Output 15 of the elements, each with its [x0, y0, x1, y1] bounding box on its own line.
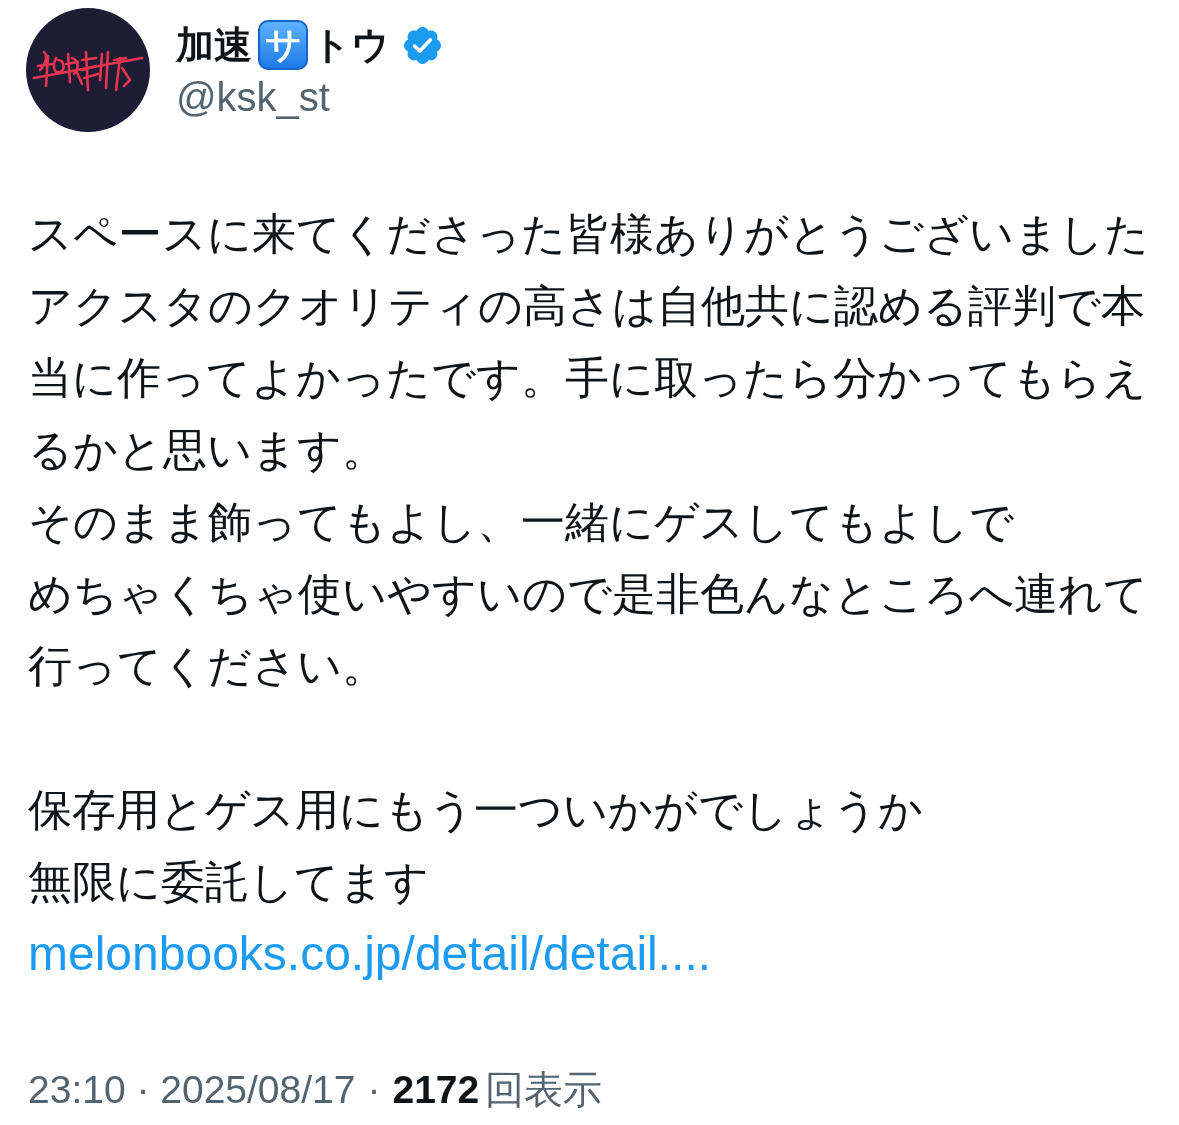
tweet-text: スペースに来てくださった皆様ありがとうございました: [28, 208, 1149, 260]
timestamp[interactable]: 23:10 · 2025/08/17: [28, 1066, 356, 1114]
avatar-image[interactable]: [26, 8, 150, 132]
tweet-text: 保存用とゲス用にもう一ついかがでしょうか: [28, 784, 923, 836]
separator: ·: [367, 1067, 381, 1113]
display-name[interactable]: 加速: [176, 21, 252, 69]
user-handle[interactable]: @ksk_st: [176, 73, 441, 121]
display-name[interactable]: トウ: [312, 21, 390, 69]
katakana-emoji-badge: サ: [258, 20, 308, 70]
tweet-text: 無限に委託してます: [28, 856, 429, 908]
tweet-text: アクスタのクオリティの高さは自他共に認める評判で本当に作ってよかったです。手に取ったら分かってもらえるかと思います。: [28, 280, 1148, 476]
views-label: 回表示: [485, 1067, 603, 1113]
tweet-text: そのまま飾ってもよし、一緒にゲスしてもよしで: [28, 496, 1014, 548]
tweet-text: めちゃくちゃ使いやすいので是非色んなところへ連れて行ってください。: [28, 568, 1149, 692]
view-count: 2172: [392, 1067, 480, 1113]
